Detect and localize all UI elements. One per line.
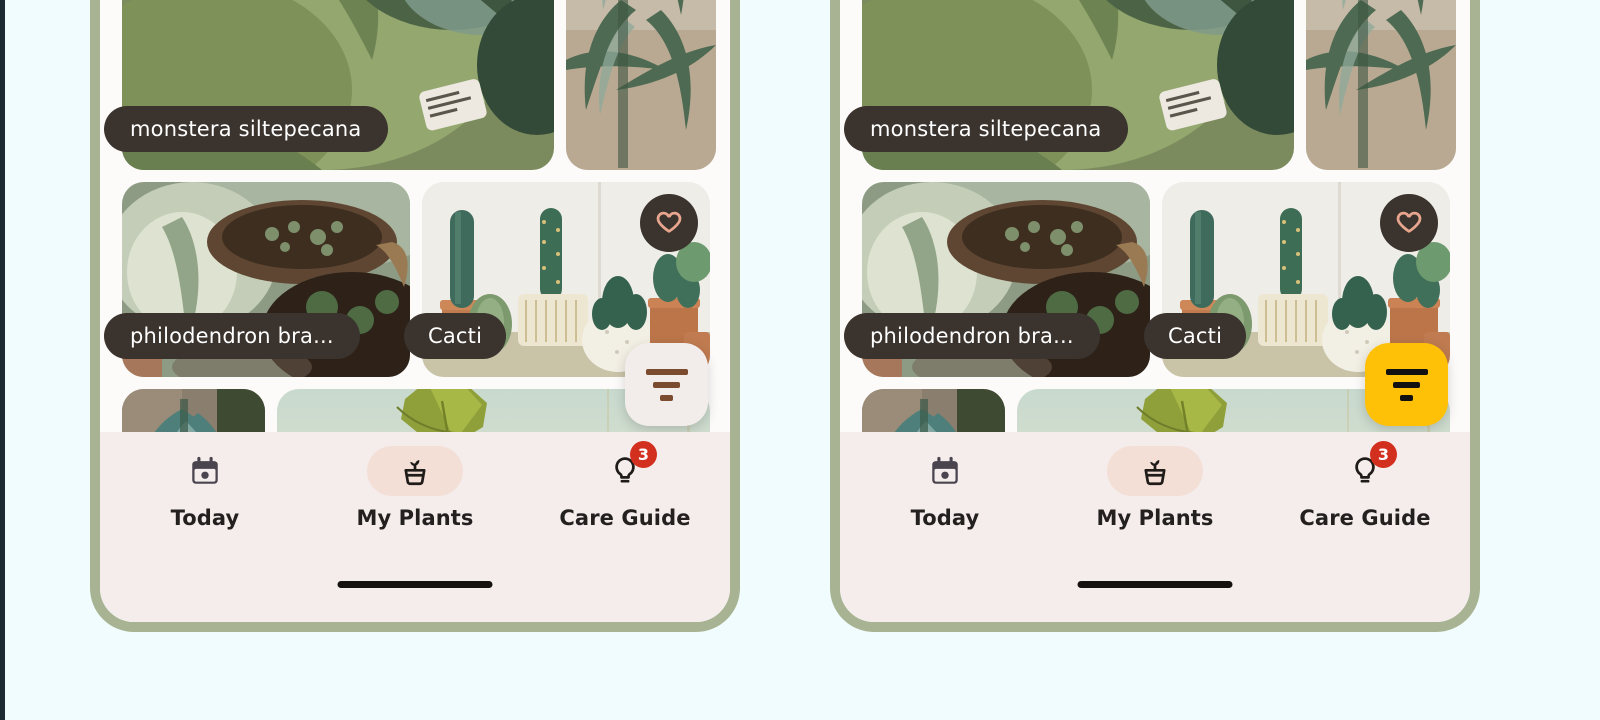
app-screen: monstera siltepecana philodendron bra...… [840, 0, 1470, 622]
nav-label: Today [170, 506, 240, 530]
nav-item-my-plants[interactable]: My Plants [310, 446, 520, 564]
nav-icon-wrap-active [367, 446, 463, 496]
nav-item-today[interactable]: Today [840, 446, 1050, 564]
filter-button[interactable] [625, 343, 708, 426]
nav-label: My Plants [356, 506, 474, 530]
calendar-icon [192, 456, 218, 484]
nav-icon-wrap [157, 446, 253, 496]
nav-label: Care Guide [1299, 506, 1431, 530]
palm-photo [1306, 0, 1456, 170]
notification-badge: 3 [630, 441, 657, 468]
screenshot-stage: monstera siltepecana philodendron bra...… [0, 0, 1600, 720]
palm-photo [566, 0, 716, 170]
calendar-icon [932, 456, 958, 484]
nav-label: My Plants [1096, 506, 1214, 530]
nav-item-today[interactable]: Today [100, 446, 310, 564]
nav-icon-wrap [897, 446, 993, 496]
left-edge-strip [0, 0, 5, 720]
app-screen: monstera siltepecana philodendron bra...… [100, 0, 730, 622]
filter-button[interactable] [1365, 343, 1448, 426]
plant-card[interactable] [1306, 0, 1456, 170]
plant-pot-icon [1144, 459, 1166, 486]
heart-icon [1396, 211, 1422, 233]
plant-grid-row: monstera siltepecana [104, 0, 716, 170]
filter-icon [645, 368, 688, 401]
phone-right: monstera siltepecana philodendron bra...… [830, 0, 1480, 632]
nav-item-care-guide[interactable]: 3 Care Guide [520, 441, 730, 564]
plant-card[interactable]: philodendron bra... [844, 182, 1150, 377]
nav-item-care-guide[interactable]: 3 Care Guide [1260, 441, 1470, 564]
plant-card[interactable]: monstera siltepecana [844, 0, 1294, 170]
favorite-button[interactable] [640, 194, 698, 252]
nav-icon-wrap: 3 [577, 441, 673, 496]
nav-icon-wrap: 3 [1317, 441, 1413, 496]
bottom-navigation: Today My Plants 3 Care Guide [100, 432, 730, 622]
nav-label: Care Guide [559, 506, 691, 530]
filter-icon [1385, 368, 1428, 401]
favorite-button[interactable] [1380, 194, 1438, 252]
home-indicator [337, 581, 493, 588]
plant-name-chip: philodendron bra... [844, 313, 1100, 359]
plant-card[interactable] [566, 0, 716, 170]
plant-name-chip: monstera siltepecana [844, 106, 1128, 152]
plant-name-chip: Cacti [1144, 313, 1247, 359]
plant-grid-row: philodendron bra... Cacti [104, 182, 710, 377]
plant-name-chip: monstera siltepecana [104, 106, 388, 152]
heart-icon [656, 211, 682, 233]
plant-card[interactable]: philodendron bra... [104, 182, 410, 377]
nav-item-my-plants[interactable]: My Plants [1050, 446, 1260, 564]
plant-grid-row: philodendron bra... Cacti [844, 182, 1450, 377]
plant-grid-row: monstera siltepecana [844, 0, 1456, 170]
notification-badge: 3 [1370, 441, 1397, 468]
home-indicator [1077, 581, 1233, 588]
nav-label: Today [910, 506, 980, 530]
bottom-navigation: Today My Plants 3 Care Guide [840, 432, 1470, 622]
plant-name-chip: philodendron bra... [104, 313, 360, 359]
plant-pot-icon [404, 459, 426, 486]
nav-icon-wrap-active [1107, 446, 1203, 496]
plant-name-chip: Cacti [404, 313, 507, 359]
phone-left: monstera siltepecana philodendron bra...… [90, 0, 740, 632]
plant-card[interactable]: monstera siltepecana [104, 0, 554, 170]
